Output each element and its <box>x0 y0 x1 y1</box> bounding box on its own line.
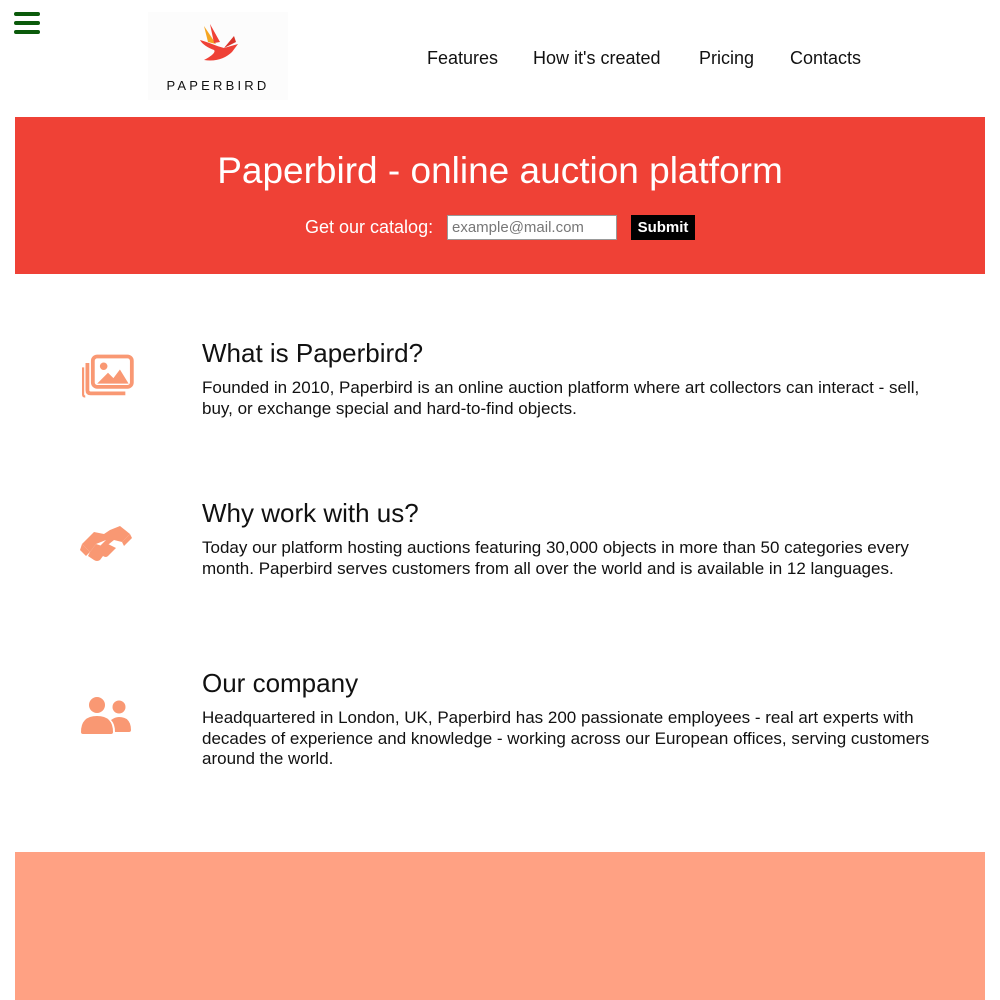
users-icon <box>81 697 131 734</box>
feature-title: Why work with us? <box>202 498 419 528</box>
nav-link-features[interactable]: Features <box>427 48 498 69</box>
paperbird-logo-icon <box>200 24 238 61</box>
catalog-label: Get our catalog: <box>305 217 434 237</box>
logo-text: PAPERBIRD <box>166 78 270 93</box>
menu-bar <box>14 12 40 16</box>
feature-text: Founded in 2010, Paperbird is an online … <box>202 378 920 418</box>
footer-band <box>15 852 985 1000</box>
hero-banner: Paperbird - online auction platform Get … <box>15 117 985 274</box>
feature-text: Today our platform hosting auctions feat… <box>202 538 909 578</box>
nav-link-contacts[interactable]: Contacts <box>790 48 861 69</box>
hero-title: Paperbird - online auction platform <box>217 150 783 191</box>
email-input[interactable] <box>447 215 617 240</box>
nav-link-pricing[interactable]: Pricing <box>699 48 754 69</box>
logo[interactable]: PAPERBIRD <box>148 12 288 100</box>
feature-title: Our company <box>202 668 359 698</box>
feature-title: What is Paperbird? <box>202 338 424 368</box>
menu-bar <box>14 21 40 25</box>
submit-button[interactable]: Submit <box>631 215 695 240</box>
menu-bar <box>14 30 40 34</box>
image-gallery-icon <box>82 354 134 398</box>
hamburger-menu-icon[interactable] <box>14 12 40 34</box>
nav-link-how-its-created[interactable]: How it's created <box>533 48 661 69</box>
feature-text: Headquartered in London, UK, Paperbird h… <box>202 708 930 768</box>
handshake-icon <box>80 526 132 561</box>
